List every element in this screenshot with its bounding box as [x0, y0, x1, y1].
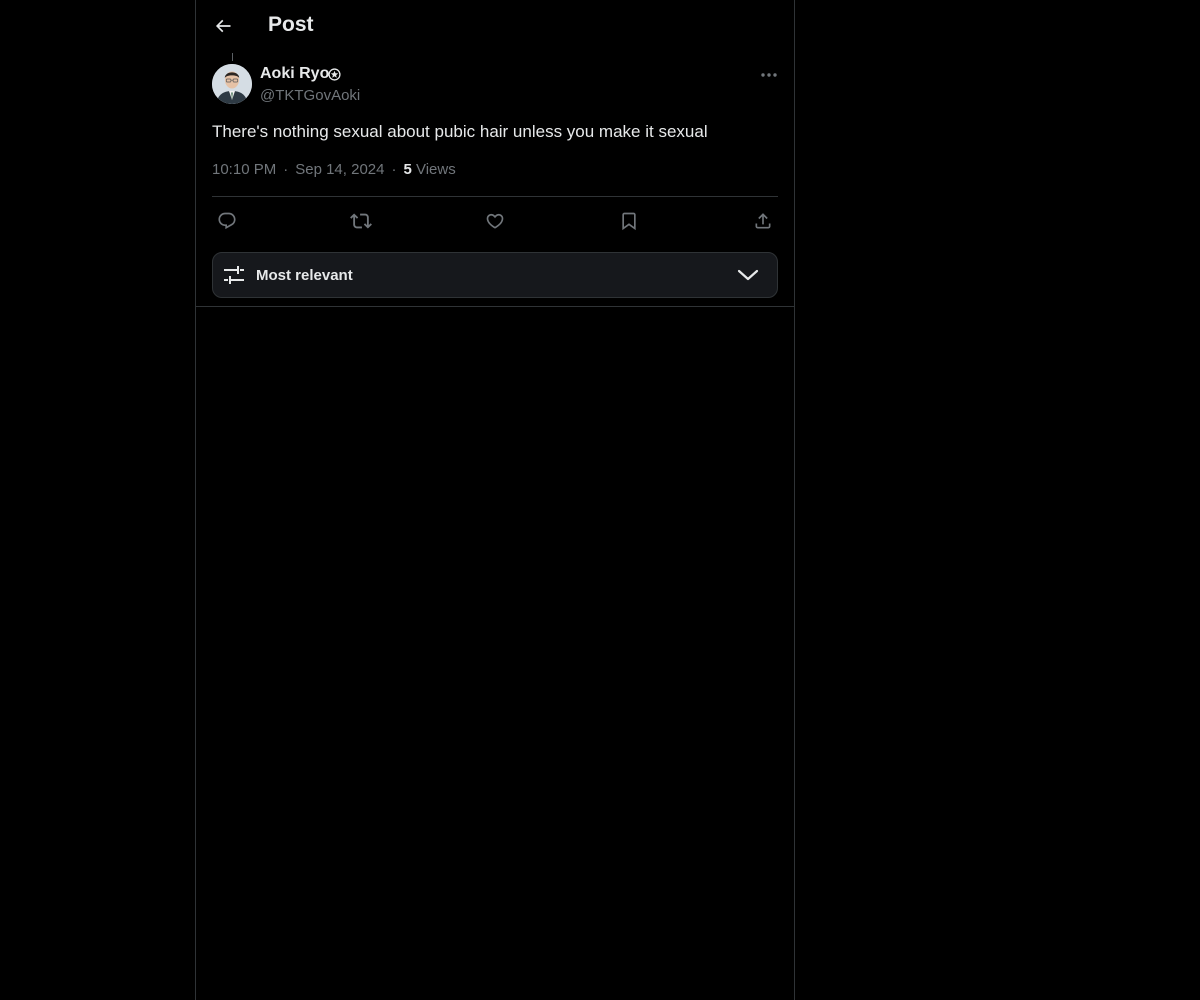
- like-icon: [485, 211, 505, 231]
- more-icon: [760, 72, 778, 78]
- divider: [196, 306, 794, 307]
- meta-separator: ·: [391, 161, 397, 178]
- post-meta: 10:10 PM · Sep 14, 2024 · 5 Views: [212, 161, 456, 178]
- like-button[interactable]: [480, 206, 510, 236]
- post-time[interactable]: 10:10 PM: [212, 161, 276, 178]
- views-label: Views: [415, 161, 456, 178]
- more-options-button[interactable]: [752, 63, 786, 87]
- sort-replies-dropdown[interactable]: Most relevant: [212, 252, 778, 298]
- bookmark-button[interactable]: [614, 206, 644, 236]
- views-count: 5: [403, 161, 412, 178]
- chevron-down-icon: [737, 266, 759, 284]
- page-title: Post: [268, 13, 314, 36]
- government-badge-icon: [328, 68, 341, 81]
- share-button[interactable]: [748, 206, 778, 236]
- author-handle[interactable]: @TKTGovAoki: [260, 87, 360, 104]
- divider: [212, 196, 778, 197]
- reply-button[interactable]: [212, 206, 242, 236]
- repost-icon: [350, 210, 372, 232]
- main-column: Post Aoki Ryo @TKTGovAoki There's nothin…: [195, 0, 795, 1000]
- author-name[interactable]: Aoki Ryo: [260, 65, 329, 83]
- share-icon: [753, 211, 773, 231]
- reply-icon: [217, 211, 237, 231]
- post-text: There's nothing sexual about pubic hair …: [212, 122, 708, 141]
- post-date[interactable]: Sep 14, 2024: [295, 161, 384, 178]
- thread-connector-line: [232, 53, 233, 61]
- repost-button[interactable]: [346, 206, 376, 236]
- sort-label: Most relevant: [256, 267, 353, 284]
- page-header: Post: [196, 0, 794, 53]
- bookmark-icon: [619, 211, 639, 231]
- sliders-icon: [223, 264, 245, 286]
- meta-separator: ·: [283, 161, 289, 178]
- back-button[interactable]: [206, 9, 240, 43]
- avatar[interactable]: [212, 64, 252, 104]
- arrow-left-icon: [213, 16, 233, 36]
